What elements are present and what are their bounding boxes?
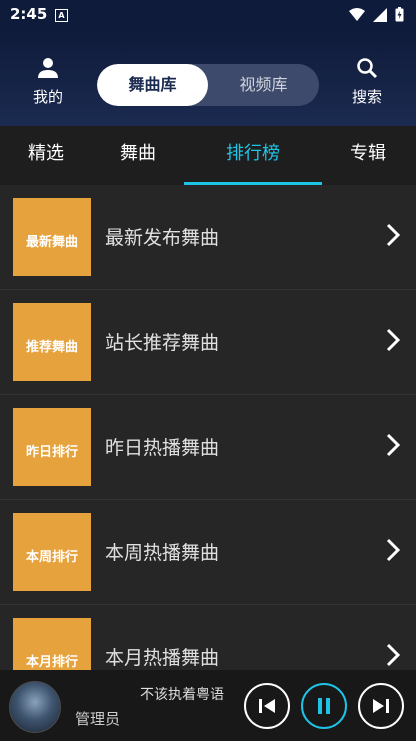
mini-player: 不该执着粤语 管理员 (0, 670, 416, 741)
album-art-disc[interactable] (9, 681, 61, 733)
search-button[interactable]: 搜索 (337, 56, 397, 107)
thumbnail-text: 本月排行 (25, 655, 78, 670)
search-icon (357, 58, 378, 79)
ranking-list: 最新舞曲 最新发布舞曲 推荐舞曲 站长推荐舞曲 昨日排行 昨日热播舞曲 本周排行… (0, 185, 416, 670)
list-thumbnail: 昨日排行 (13, 408, 91, 486)
list-item-title: 昨日热播舞曲 (105, 437, 220, 459)
tab-featured[interactable]: 精选 (0, 126, 92, 185)
chevron-right-icon (386, 328, 400, 352)
previous-button[interactable] (244, 683, 290, 729)
tab-dance[interactable]: 舞曲 (92, 126, 184, 185)
notification-app-icon: A (55, 9, 68, 22)
next-icon (373, 699, 389, 713)
next-button[interactable] (358, 683, 404, 729)
list-item[interactable]: 本月排行 本月热播舞曲 (0, 605, 416, 670)
list-item-title: 最新发布舞曲 (105, 227, 220, 249)
segment-dance-library[interactable]: 舞曲库 (97, 64, 208, 106)
list-item-title: 本月热播舞曲 (105, 647, 220, 669)
list-item[interactable]: 昨日排行 昨日热播舞曲 (0, 395, 416, 500)
list-thumbnail: 本周排行 (13, 513, 91, 591)
previous-icon (259, 699, 275, 713)
now-playing-title: 不该执着粤语 (140, 687, 224, 703)
tab-albums[interactable]: 专辑 (322, 126, 414, 185)
list-item[interactable]: 最新舞曲 最新发布舞曲 (0, 185, 416, 290)
list-item[interactable]: 本周排行 本周热播舞曲 (0, 500, 416, 605)
now-playing-artist: 管理员 (75, 710, 121, 728)
status-bar: 2:45 A (0, 0, 416, 30)
pause-icon (318, 698, 330, 714)
chevron-right-icon (386, 643, 400, 667)
list-thumbnail: 本月排行 (13, 618, 91, 670)
tab-rankings[interactable]: 排行榜 (184, 126, 322, 185)
signal-icon (373, 7, 387, 22)
battery-icon (395, 7, 404, 22)
library-segment-control: 舞曲库 视频库 (97, 64, 319, 106)
list-item[interactable]: 推荐舞曲 站长推荐舞曲 (0, 290, 416, 395)
thumbnail-text: 本周排行 (25, 550, 78, 565)
person-icon (38, 58, 58, 78)
list-thumbnail: 推荐舞曲 (13, 303, 91, 381)
chevron-right-icon (386, 538, 400, 562)
thumbnail-text: 推荐舞曲 (25, 340, 78, 355)
top-header: 我的 舞曲库 视频库 搜索 (0, 30, 416, 126)
thumbnail-text: 昨日排行 (25, 445, 78, 460)
wifi-icon (349, 8, 365, 21)
thumbnail-text: 最新舞曲 (25, 235, 78, 250)
category-tabs: 精选 舞曲 排行榜 专辑 (0, 126, 416, 185)
my-label: 我的 (32, 88, 63, 106)
chevron-right-icon (386, 433, 400, 457)
list-item-title: 本周热播舞曲 (105, 542, 220, 564)
my-profile-button[interactable]: 我的 (18, 56, 78, 107)
list-item-title: 站长推荐舞曲 (105, 332, 220, 354)
search-label: 搜索 (351, 88, 382, 106)
status-icons (349, 7, 404, 22)
chevron-right-icon (386, 223, 400, 247)
list-thumbnail: 最新舞曲 (13, 198, 91, 276)
pause-button[interactable] (301, 683, 347, 729)
status-time: 2:45 (10, 5, 48, 23)
segment-video-library[interactable]: 视频库 (208, 64, 319, 106)
